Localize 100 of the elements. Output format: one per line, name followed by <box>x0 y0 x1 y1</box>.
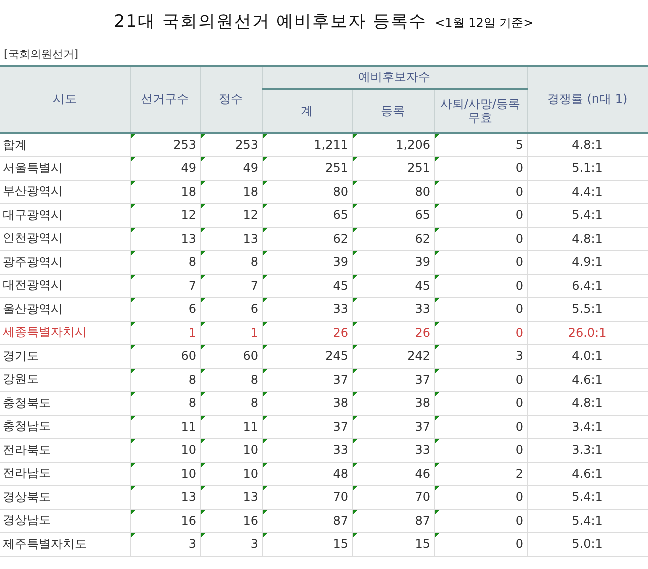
column-header: 선거구수 <box>130 66 200 133</box>
table-cell: 39 <box>262 250 352 274</box>
corner-marker-icon <box>262 251 268 256</box>
corner-marker-icon <box>200 180 206 186</box>
table-cell: 제주특별자치도 <box>0 532 130 556</box>
corner-marker-icon <box>130 134 136 139</box>
table-cell: 합계 <box>0 133 130 156</box>
column-header: 사퇴/사망/등록무효 <box>434 89 528 133</box>
corner-marker-icon <box>434 368 440 374</box>
table-cell: 12 <box>130 204 200 227</box>
table-cell: 60 <box>200 344 262 368</box>
corner-marker-icon <box>130 392 136 397</box>
table-cell: 전라북도 <box>0 438 130 462</box>
table-cell: 5.5:1 <box>527 298 648 321</box>
corner-marker-icon <box>262 345 268 350</box>
table-cell: 3 <box>434 344 528 368</box>
table-cell: 7 <box>130 274 200 298</box>
corner-marker-icon <box>434 439 440 444</box>
corner-marker-icon <box>200 251 206 256</box>
table-cell: 6 <box>130 298 200 321</box>
corner-marker-icon <box>262 368 268 374</box>
corner-marker-icon <box>200 486 206 491</box>
table-cell: 인천광역시 <box>0 227 130 250</box>
corner-marker-icon <box>130 298 136 303</box>
table-cell: 6.4:1 <box>527 274 648 298</box>
corner-marker-icon <box>434 204 440 209</box>
table-cell: 45 <box>262 274 352 298</box>
table-cell: 16 <box>200 509 262 532</box>
table-cell: 0 <box>434 250 528 274</box>
table-cell: 45 <box>352 274 434 298</box>
corner-marker-icon <box>434 134 440 139</box>
corner-marker-icon <box>200 416 206 420</box>
corner-marker-icon <box>130 204 136 209</box>
table-cell: 18 <box>200 180 262 204</box>
corner-marker-icon <box>434 486 440 491</box>
corner-marker-icon <box>200 298 206 303</box>
table-cell: 대전광역시 <box>0 274 130 298</box>
table-cell: 60 <box>130 344 200 368</box>
table-cell: 10 <box>130 438 200 462</box>
table-cell: 33 <box>352 438 434 462</box>
corner-marker-icon <box>130 416 136 420</box>
table-cell: 3.4:1 <box>527 415 648 438</box>
page-title: 21대 국회의원선거 예비후보자 등록수 <box>114 11 428 33</box>
table-cell: 8 <box>130 250 200 274</box>
column-header: 등록 <box>352 89 434 133</box>
corner-marker-icon <box>352 180 358 186</box>
table-cell: 8 <box>130 368 200 392</box>
corner-marker-icon <box>434 345 440 350</box>
table-cell: 87 <box>352 509 434 532</box>
table-cell: 65 <box>352 204 434 227</box>
table-cell: 0 <box>434 156 528 180</box>
table-cell: 8 <box>200 250 262 274</box>
table-cell: 3 <box>130 532 200 556</box>
column-header: 경쟁률 (n대 1) <box>527 66 648 133</box>
corner-marker-icon <box>130 439 136 444</box>
corner-marker-icon <box>200 134 206 139</box>
corner-marker-icon <box>352 392 358 397</box>
corner-marker-icon <box>130 510 136 514</box>
corner-marker-icon <box>262 157 268 162</box>
table-cell: 0 <box>434 274 528 298</box>
corner-marker-icon <box>200 274 206 280</box>
table-cell: 48 <box>262 462 352 486</box>
corner-marker-icon <box>200 157 206 162</box>
corner-marker-icon <box>130 322 136 326</box>
corner-marker-icon <box>262 462 268 468</box>
corner-marker-icon <box>130 462 136 468</box>
table-cell: 12 <box>200 204 262 227</box>
table-cell: 강원도 <box>0 368 130 392</box>
table-cell: 13 <box>130 486 200 509</box>
corner-marker-icon <box>352 510 358 514</box>
corner-marker-icon <box>130 345 136 350</box>
table-cell: 251 <box>262 156 352 180</box>
corner-marker-icon <box>130 251 136 256</box>
corner-marker-icon <box>352 439 358 444</box>
table-cell: 46 <box>352 462 434 486</box>
table-cell: 253 <box>130 133 200 156</box>
table-cell: 0 <box>434 368 528 392</box>
corner-marker-icon <box>434 298 440 303</box>
table-cell: 37 <box>352 415 434 438</box>
table-cell: 5.4:1 <box>527 204 648 227</box>
table-cell: 80 <box>352 180 434 204</box>
table-cell: 광주광역시 <box>0 250 130 274</box>
corner-marker-icon <box>434 157 440 162</box>
corner-marker-icon <box>262 510 268 514</box>
corner-marker-icon <box>130 486 136 491</box>
table-cell: 10 <box>200 438 262 462</box>
table-cell: 7 <box>200 274 262 298</box>
table-cell: 0 <box>434 298 528 321</box>
table-cell: 18 <box>130 180 200 204</box>
corner-marker-icon <box>352 274 358 280</box>
corner-marker-icon <box>200 392 206 397</box>
corner-marker-icon <box>200 462 206 468</box>
table-cell: 13 <box>200 227 262 250</box>
table-cell: 253 <box>200 133 262 156</box>
corner-marker-icon <box>352 322 358 326</box>
corner-marker-icon <box>434 228 440 232</box>
table-cell: 4.0:1 <box>527 344 648 368</box>
table-cell: 경상남도 <box>0 509 130 532</box>
table-cell: 38 <box>352 392 434 415</box>
table-cell: 4.6:1 <box>527 462 648 486</box>
